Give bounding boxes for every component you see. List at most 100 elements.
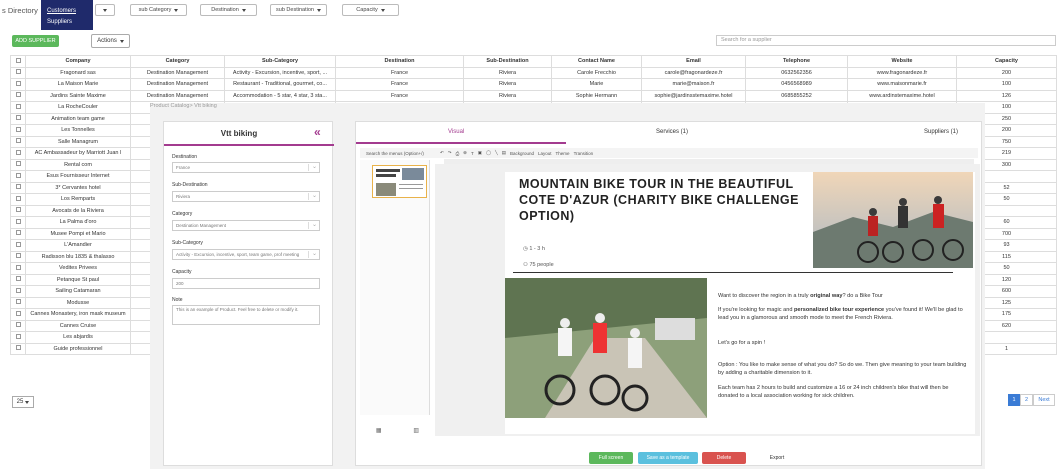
row-checkbox[interactable]	[10, 273, 26, 286]
tab-suppliers[interactable]: Suppliers (1)	[924, 129, 958, 135]
page-size-select[interactable]: 25	[12, 396, 34, 408]
row-checkbox[interactable]	[10, 181, 26, 194]
menu-layout[interactable]: Layout	[538, 151, 552, 156]
full-screen-button[interactable]: Full screen	[589, 452, 633, 464]
destination-select[interactable]: France ⌄	[172, 162, 320, 173]
menu-background[interactable]: Background	[510, 151, 534, 156]
category-select[interactable]: Destination Management ⌄	[172, 220, 320, 231]
row-checkbox[interactable]	[10, 239, 26, 252]
filter-destination[interactable]: Destination	[200, 4, 257, 16]
table-cell: Destination Management	[130, 78, 225, 91]
row-checkbox[interactable]	[10, 216, 26, 229]
sub-destination-select[interactable]: Riviera ⌄	[172, 191, 320, 202]
menu-search-input[interactable]: Search the menus (Option+/)	[366, 151, 436, 156]
slide-canvas: MOUNTAIN BIKE TOUR IN THE BEAUTIFUL COTE…	[435, 164, 980, 436]
note-textarea[interactable]: This is an example of Product. Feel free…	[172, 305, 320, 325]
search-input[interactable]: Search for a supplier	[716, 35, 1056, 46]
sub-category-select[interactable]: Activity - Excursion, incentive, sport, …	[172, 249, 320, 260]
column-header[interactable]: Email	[641, 55, 746, 68]
column-header[interactable]: Company	[25, 55, 131, 68]
capacity-input[interactable]: 200	[172, 278, 320, 289]
row-checkbox[interactable]	[10, 342, 26, 355]
field-label-sub-category: Sub-Category	[172, 240, 203, 246]
visual-editor: Visual Services (1) Suppliers (1) Search…	[355, 121, 982, 466]
table-cell: 3* Cervantes hotel	[25, 181, 131, 194]
filter-capacity[interactable]: Capacity	[342, 4, 399, 16]
field-label-category: Category	[172, 211, 193, 217]
undo-icon[interactable]: ↶	[440, 150, 444, 156]
row-checkbox[interactable]	[10, 193, 26, 206]
list-view-icon[interactable]: ▥	[413, 427, 419, 437]
row-checkbox[interactable]	[10, 112, 26, 125]
grid-view-icon[interactable]: ▦	[376, 427, 382, 437]
row-checkbox[interactable]	[10, 66, 26, 79]
row-checkbox[interactable]	[10, 331, 26, 344]
column-header[interactable]: Category	[130, 55, 225, 68]
add-supplier-button[interactable]: ADD SUPPLIER	[12, 35, 59, 47]
row-checkbox[interactable]	[10, 101, 26, 114]
row-checkbox[interactable]	[10, 170, 26, 183]
line-icon[interactable]: ╲	[495, 150, 498, 156]
row-checkbox[interactable]	[10, 147, 26, 160]
table-header-row: Company Category Sub-Category Destination Su…	[10, 55, 1057, 68]
menu-theme[interactable]: Theme	[556, 151, 570, 156]
table-row[interactable]: Fragonard sas Destination Management Activ…	[10, 66, 1057, 79]
row-checkbox[interactable]	[10, 135, 26, 148]
shape-icon[interactable]: ◯	[486, 150, 491, 156]
row-checkbox[interactable]	[10, 78, 26, 91]
filter-dropdown[interactable]	[95, 4, 115, 16]
table-cell: Petanque St paul	[25, 273, 131, 286]
table-row[interactable]: Jardins Sainte Maxime Destination Managem…	[10, 89, 1057, 102]
clock-icon: ◷	[523, 246, 528, 252]
table-cell: La Maison Marie	[25, 78, 131, 91]
column-header[interactable]: Sub-Category	[224, 55, 336, 68]
filter-sub-destination[interactable]: sub Destination	[270, 4, 327, 16]
column-header[interactable]: Website	[847, 55, 957, 68]
menu-transition[interactable]: Transition	[574, 151, 594, 156]
save-template-button[interactable]: Save as a template	[638, 452, 698, 464]
row-checkbox[interactable]	[10, 227, 26, 240]
tab-visual[interactable]: Visual	[448, 129, 464, 135]
comment-icon[interactable]: ▤	[502, 150, 506, 156]
table-row[interactable]: La Maison Marie Destination Management Res…	[10, 78, 1057, 91]
row-checkbox[interactable]	[10, 319, 26, 332]
intro-paragraph: Want to discover the region in a truly o…	[718, 293, 883, 299]
column-header[interactable]: Sub-Destination	[463, 55, 552, 68]
column-header[interactable]: Destination	[335, 55, 464, 68]
menu-item-customers[interactable]: Customers	[41, 8, 93, 14]
redo-icon[interactable]: ↷	[448, 150, 452, 156]
row-checkbox[interactable]	[10, 250, 26, 263]
chevron-down-icon: ⌄	[311, 164, 317, 170]
column-header[interactable]: Capacity	[956, 55, 1057, 68]
row-checkbox[interactable]	[10, 124, 26, 137]
export-button[interactable]: Export	[758, 452, 796, 464]
print-icon[interactable]: ⎙	[456, 151, 460, 156]
column-header[interactable]: Contact Name	[551, 55, 642, 68]
delete-button[interactable]: Delete	[702, 452, 746, 464]
row-checkbox[interactable]	[10, 262, 26, 275]
text-icon[interactable]: T	[471, 151, 474, 156]
column-header[interactable]: Telephone	[745, 55, 848, 68]
row-checkbox[interactable]	[10, 308, 26, 321]
select-all-checkbox[interactable]	[10, 55, 26, 68]
table-cell: Jardins Sainte Maxime	[25, 89, 131, 102]
row-checkbox[interactable]	[10, 285, 26, 298]
slide-thumbnail[interactable]	[372, 165, 427, 198]
table-cell: www.fragonardeze.fr	[847, 66, 957, 79]
page-2-button[interactable]: 2	[1020, 394, 1033, 406]
image-icon[interactable]: ▣	[478, 150, 482, 156]
row-checkbox[interactable]	[10, 296, 26, 309]
next-page-button[interactable]: Next	[1033, 394, 1055, 406]
table-cell: 0685855252	[745, 89, 848, 102]
menu-item-suppliers[interactable]: Suppliers	[41, 19, 93, 25]
row-checkbox[interactable]	[10, 89, 26, 102]
row-checkbox[interactable]	[10, 204, 26, 217]
row-checkbox[interactable]	[10, 158, 26, 171]
duration-label: ◷ 1 - 3 h	[523, 246, 545, 252]
zoom-icon[interactable]: ⊕	[463, 150, 467, 156]
filter-sub-category[interactable]: sub Category	[130, 4, 187, 16]
collapse-icon[interactable]: «	[314, 125, 321, 139]
tab-services[interactable]: Services (1)	[656, 129, 688, 135]
actions-button[interactable]: Actions	[91, 34, 130, 48]
page-1-button[interactable]: 1	[1008, 394, 1020, 406]
